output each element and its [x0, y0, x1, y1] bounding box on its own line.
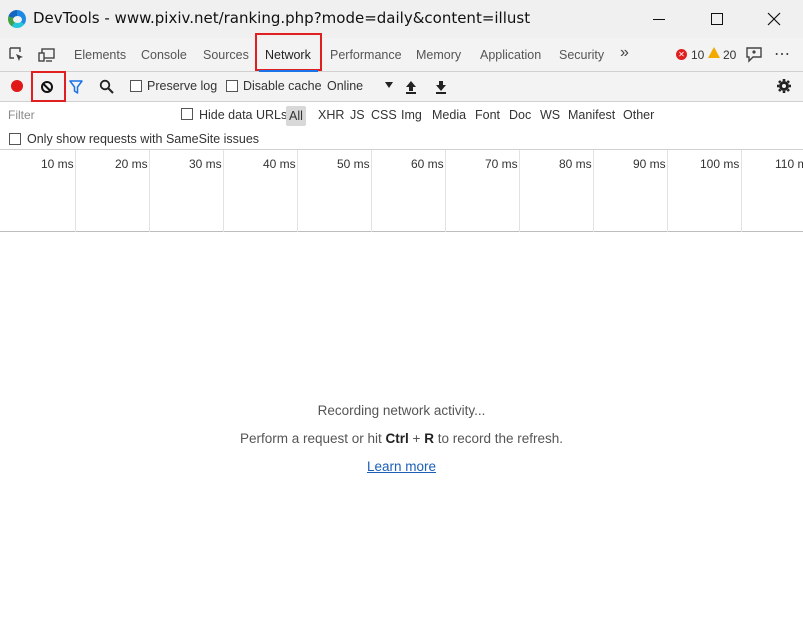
maximize-icon: [711, 13, 723, 25]
samesite-filter-row: Only show requests with SameSite issues: [0, 128, 803, 150]
record-icon[interactable]: [11, 80, 23, 92]
samesite-checkbox[interactable]: [9, 133, 21, 145]
timeline-tick-label: 80 ms: [559, 157, 592, 171]
hint-prefix: Perform a request or hit: [239, 431, 386, 446]
device-emulation-icon[interactable]: [38, 46, 56, 64]
tab-console[interactable]: Console: [141, 48, 187, 62]
hide-data-urls-label[interactable]: Hide data URLs: [199, 108, 287, 122]
warning-count[interactable]: 20: [723, 48, 736, 62]
timeline-tick-label: 20 ms: [115, 157, 148, 171]
timeline-tick-label: 90 ms: [633, 157, 666, 171]
settings-gear-icon[interactable]: [776, 78, 792, 94]
tab-performance[interactable]: Performance: [330, 48, 402, 62]
tab-application[interactable]: Application: [480, 48, 541, 62]
preserve-log-checkbox[interactable]: [130, 80, 142, 92]
timeline-tick-label: 110 ms: [775, 157, 803, 171]
more-options-icon[interactable]: ⋯: [774, 44, 791, 64]
window-title: DevTools - www.pixiv.net/ranking.php?mod…: [33, 9, 531, 27]
disable-cache-checkbox[interactable]: [226, 80, 238, 92]
network-toolbar: Preserve log Disable cache Online: [0, 72, 803, 102]
filter-bar: Hide data URLs XHR JS CSS Img Media Font…: [0, 102, 803, 128]
recording-status-text: Recording network activity...: [317, 403, 486, 418]
timeline-tick: 70 ms: [446, 150, 520, 232]
type-filter-xhr[interactable]: XHR: [318, 108, 344, 122]
hint-suffix: to record the refresh.: [433, 431, 563, 446]
inspect-element-icon[interactable]: [8, 46, 26, 64]
type-filter-ws[interactable]: WS: [540, 108, 560, 122]
type-filter-all[interactable]: All: [286, 106, 306, 126]
chevron-down-icon[interactable]: [385, 82, 393, 88]
more-tabs-icon[interactable]: »: [620, 44, 629, 62]
close-icon: [767, 12, 781, 26]
shortcut-r: R: [424, 431, 434, 446]
export-har-icon[interactable]: [434, 79, 448, 95]
network-tab-highlight-box: [255, 33, 322, 71]
timeline-tick-label: 60 ms: [411, 157, 444, 171]
timeline-tick: 40 ms: [224, 150, 298, 232]
type-filter-media[interactable]: Media: [432, 108, 466, 122]
type-filter-img[interactable]: Img: [401, 108, 422, 122]
clear-button-highlight-box: [31, 71, 66, 102]
error-count[interactable]: 10: [691, 48, 704, 62]
timeline-tick-label: 50 ms: [337, 157, 370, 171]
timeline-tick-label: 70 ms: [485, 157, 518, 171]
minimize-icon: [653, 18, 665, 20]
learn-more-link[interactable]: Learn more: [0, 459, 803, 474]
close-button[interactable]: [745, 0, 803, 38]
filter-icon[interactable]: [69, 80, 83, 94]
timeline-tick: 10 ms: [0, 150, 76, 232]
timeline-tick: 110 ms: [742, 150, 803, 232]
type-filter-js[interactable]: JS: [350, 108, 365, 122]
maximize-button[interactable]: [688, 0, 746, 38]
error-icon[interactable]: ✕: [676, 49, 687, 60]
record-refresh-hint: Perform a request or hit Ctrl + R to rec…: [0, 431, 803, 446]
timeline-overview[interactable]: 10 ms 20 ms 30 ms 40 ms 50 ms 60 ms 70 m…: [0, 150, 803, 232]
timeline-tick-label: 10 ms: [41, 157, 74, 171]
timeline-tick: 80 ms: [520, 150, 594, 232]
preserve-log-label[interactable]: Preserve log: [147, 79, 217, 93]
type-filter-doc[interactable]: Doc: [509, 108, 531, 122]
type-filter-css[interactable]: CSS: [371, 108, 397, 122]
type-filter-font[interactable]: Font: [475, 108, 500, 122]
timeline-tick: 20 ms: [76, 150, 150, 232]
timeline-tick: 60 ms: [372, 150, 446, 232]
disable-cache-label[interactable]: Disable cache: [243, 79, 322, 93]
type-filter-other[interactable]: Other: [623, 108, 654, 122]
shortcut-ctrl: Ctrl: [385, 431, 409, 446]
import-har-icon[interactable]: [404, 79, 418, 95]
tab-sources[interactable]: Sources: [203, 48, 249, 62]
hide-data-urls-checkbox[interactable]: [181, 108, 193, 120]
edge-logo-icon: [8, 10, 26, 28]
timeline-tick-label: 30 ms: [189, 157, 222, 171]
tab-elements[interactable]: Elements: [74, 48, 126, 62]
search-icon[interactable]: [99, 79, 114, 94]
type-filter-manifest[interactable]: Manifest: [568, 108, 615, 122]
timeline-tick: 50 ms: [298, 150, 372, 232]
feedback-icon[interactable]: [745, 46, 763, 64]
timeline-tick-label: 100 ms: [700, 157, 740, 171]
shortcut-plus: +: [408, 431, 425, 446]
throttling-select[interactable]: Online: [327, 79, 363, 93]
minimize-button[interactable]: [630, 0, 688, 38]
timeline-tick: 90 ms: [594, 150, 668, 232]
tab-memory[interactable]: Memory: [416, 48, 461, 62]
timeline-tick-label: 40 ms: [263, 157, 296, 171]
panel-tab-bar: Elements Console Sources Network Perform…: [0, 38, 803, 72]
tab-security[interactable]: Security: [559, 48, 604, 62]
filter-input[interactable]: [3, 105, 168, 125]
learn-more-text[interactable]: Learn more: [367, 459, 436, 474]
timeline-tick: 30 ms: [150, 150, 224, 232]
samesite-label[interactable]: Only show requests with SameSite issues: [27, 132, 259, 146]
warning-icon[interactable]: [708, 47, 720, 58]
timeline-tick: 100 ms: [668, 150, 742, 232]
title-bar: DevTools - www.pixiv.net/ranking.php?mod…: [0, 0, 803, 38]
